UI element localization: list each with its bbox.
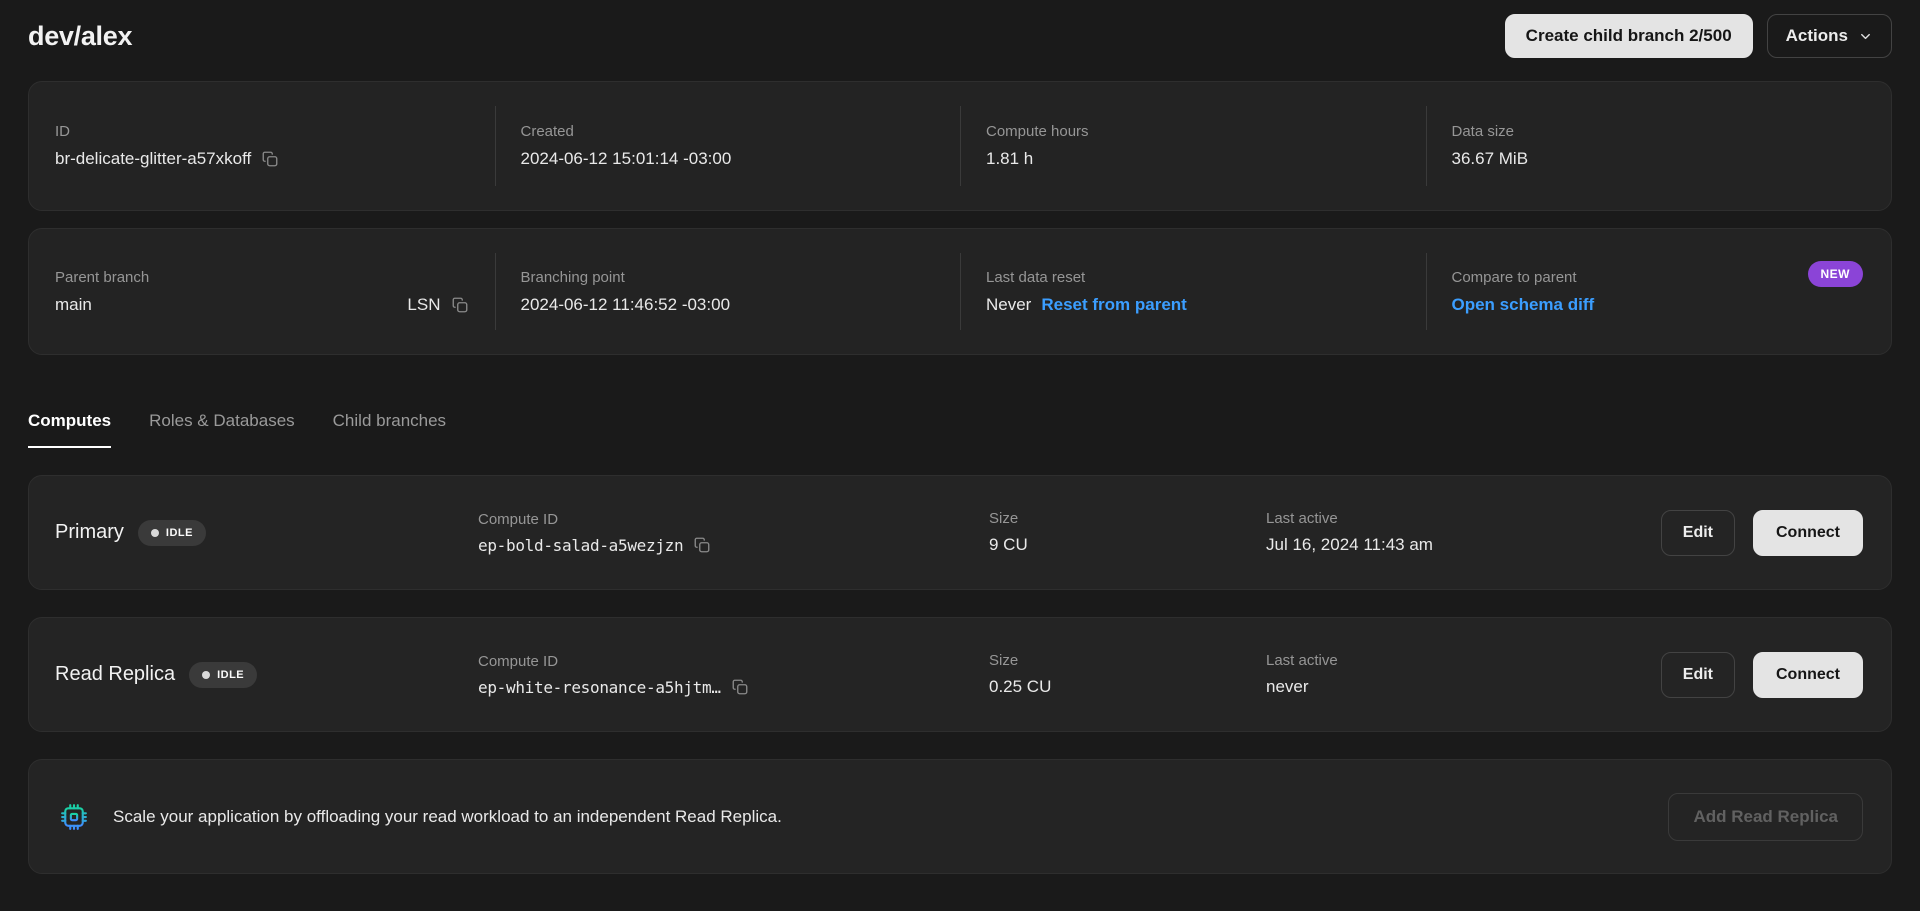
branch-overview-card: ID br-delicate-glitter-a57xkoff Created …	[28, 81, 1892, 211]
read-replica-banner: Scale your application by offloading you…	[28, 759, 1892, 874]
branch-id-value: br-delicate-glitter-a57xkoff	[55, 149, 252, 168]
created-value: 2024-06-12 15:01:14 -03:00	[520, 149, 732, 168]
field-compute-id: Compute ID ep-bold-salad-a5wezjzn	[478, 511, 989, 555]
field-label: Last data reset	[986, 268, 1086, 286]
field-data-size: Data size 36.67 MiB	[1426, 123, 1892, 169]
field-label: Compute ID	[478, 510, 559, 528]
copy-icon	[262, 151, 278, 167]
status-badge: IDLE	[137, 519, 206, 546]
copy-branch-id-button[interactable]	[261, 150, 279, 168]
field-label: Size	[989, 652, 1019, 669]
size-value: 9 CU	[989, 535, 1028, 554]
compute-id-value: ep-white-resonance-a5hjtm…	[478, 677, 721, 697]
field-label: Compute hours	[986, 123, 1089, 140]
tab-child-branches[interactable]: Child branches	[333, 411, 446, 448]
field-created: Created 2024-06-12 15:01:14 -03:00	[495, 123, 961, 169]
field-compute-hours: Compute hours 1.81 h	[960, 123, 1426, 169]
branch-tabs: Computes Roles & Databases Child branche…	[28, 411, 1892, 448]
header-actions: Create child branch 2/500 Actions	[1504, 14, 1892, 58]
compute-row-read-replica: Read Replica IDLE Compute ID ep-white-re…	[28, 617, 1892, 732]
parent-branch-card: Parent branch main LSN Branching point 2…	[28, 228, 1892, 355]
lsn-label: LSN	[407, 294, 441, 314]
copy-compute-id-button[interactable]	[731, 678, 749, 696]
create-child-branch-button[interactable]: Create child branch 2/500	[1504, 14, 1753, 58]
actions-button[interactable]: Actions	[1766, 14, 1892, 58]
data-size-value: 36.67 MiB	[1451, 149, 1529, 168]
compute-hours-value: 1.81 h	[986, 149, 1034, 168]
field-compare-to-parent: Compare to parent Open schema diff NEW	[1426, 260, 1892, 315]
field-branch-id: ID br-delicate-glitter-a57xkoff	[29, 123, 495, 169]
copy-icon	[732, 679, 748, 695]
copy-compute-id-button[interactable]	[693, 536, 711, 554]
field-compute-id: Compute ID ep-white-resonance-a5hjtm…	[478, 653, 989, 697]
field-label: Branching point	[520, 268, 625, 286]
status-badge: IDLE	[189, 661, 258, 688]
add-read-replica-button[interactable]: Add Read Replica	[1668, 792, 1863, 841]
status-dot-icon	[150, 528, 159, 537]
compute-row-primary: Primary IDLE Compute ID ep-bold-salad-a5…	[28, 475, 1892, 590]
field-branching-point: Branching point 2024-06-12 11:46:52 -03:…	[495, 269, 961, 315]
last-active-value: Jul 16, 2024 11:43 am	[1266, 535, 1433, 554]
field-last-active: Last active Jul 16, 2024 11:43 am	[1266, 510, 1641, 555]
field-label: Compute ID	[478, 652, 559, 670]
row-buttons: Edit Connect	[1660, 509, 1863, 556]
reset-from-parent-link[interactable]: Reset from parent	[1041, 295, 1186, 315]
cpu-chip-icon	[61, 803, 87, 830]
replica-banner-text: Scale your application by offloading you…	[113, 806, 782, 826]
status-label: IDLE	[165, 526, 193, 539]
compute-name-cell: Read Replica IDLE	[55, 661, 478, 688]
last-data-reset-value: Never	[986, 294, 1032, 314]
status-dot-icon	[202, 670, 211, 679]
chevron-down-icon	[1861, 33, 1870, 39]
row-buttons: Edit Connect	[1660, 651, 1863, 698]
field-label: Created	[520, 123, 574, 140]
status-label: IDLE	[217, 668, 245, 681]
compute-id-value: ep-bold-salad-a5wezjzn	[478, 535, 684, 555]
field-parent-branch: Parent branch main LSN	[29, 269, 495, 315]
parent-branch-value[interactable]: main	[55, 295, 92, 315]
edit-button[interactable]: Edit	[1660, 651, 1735, 698]
last-active-value: never	[1266, 677, 1309, 696]
size-value: 0.25 CU	[989, 677, 1052, 696]
field-size: Size 0.25 CU	[989, 652, 1266, 697]
field-size: Size 9 CU	[989, 510, 1266, 555]
connect-button[interactable]: Connect	[1753, 651, 1863, 698]
page-header: dev/alex Create child branch 2/500 Actio…	[28, 12, 1892, 60]
compute-name: Read Replica	[55, 663, 176, 685]
field-last-data-reset: Last data reset Never Reset from parent	[960, 269, 1426, 315]
copy-icon	[694, 537, 710, 553]
tab-computes[interactable]: Computes	[28, 411, 112, 448]
field-label: Parent branch	[55, 268, 150, 286]
compute-name: Primary	[55, 521, 124, 543]
field-label: ID	[55, 123, 70, 140]
page-title: dev/alex	[28, 20, 133, 51]
tab-roles-databases[interactable]: Roles & Databases	[149, 411, 295, 448]
copy-icon	[452, 297, 467, 312]
field-last-active: Last active never	[1266, 652, 1641, 697]
copy-lsn-button[interactable]	[451, 296, 469, 314]
new-badge: NEW	[1807, 260, 1863, 287]
field-label: Data size	[1451, 123, 1515, 140]
lsn-group: LSN	[407, 295, 468, 315]
branch-detail-page: dev/alex Create child branch 2/500 Actio…	[0, 12, 1920, 874]
field-label: Last active	[1266, 652, 1338, 669]
connect-button[interactable]: Connect	[1753, 509, 1863, 556]
branching-point-value: 2024-06-12 11:46:52 -03:00	[520, 294, 731, 314]
edit-button[interactable]: Edit	[1660, 509, 1735, 556]
compute-name-cell: Primary IDLE	[55, 519, 478, 546]
field-label: Last active	[1266, 510, 1338, 527]
field-label: Size	[989, 510, 1019, 527]
actions-button-label: Actions	[1785, 26, 1848, 45]
open-schema-diff-link[interactable]: Open schema diff	[1452, 295, 1595, 315]
